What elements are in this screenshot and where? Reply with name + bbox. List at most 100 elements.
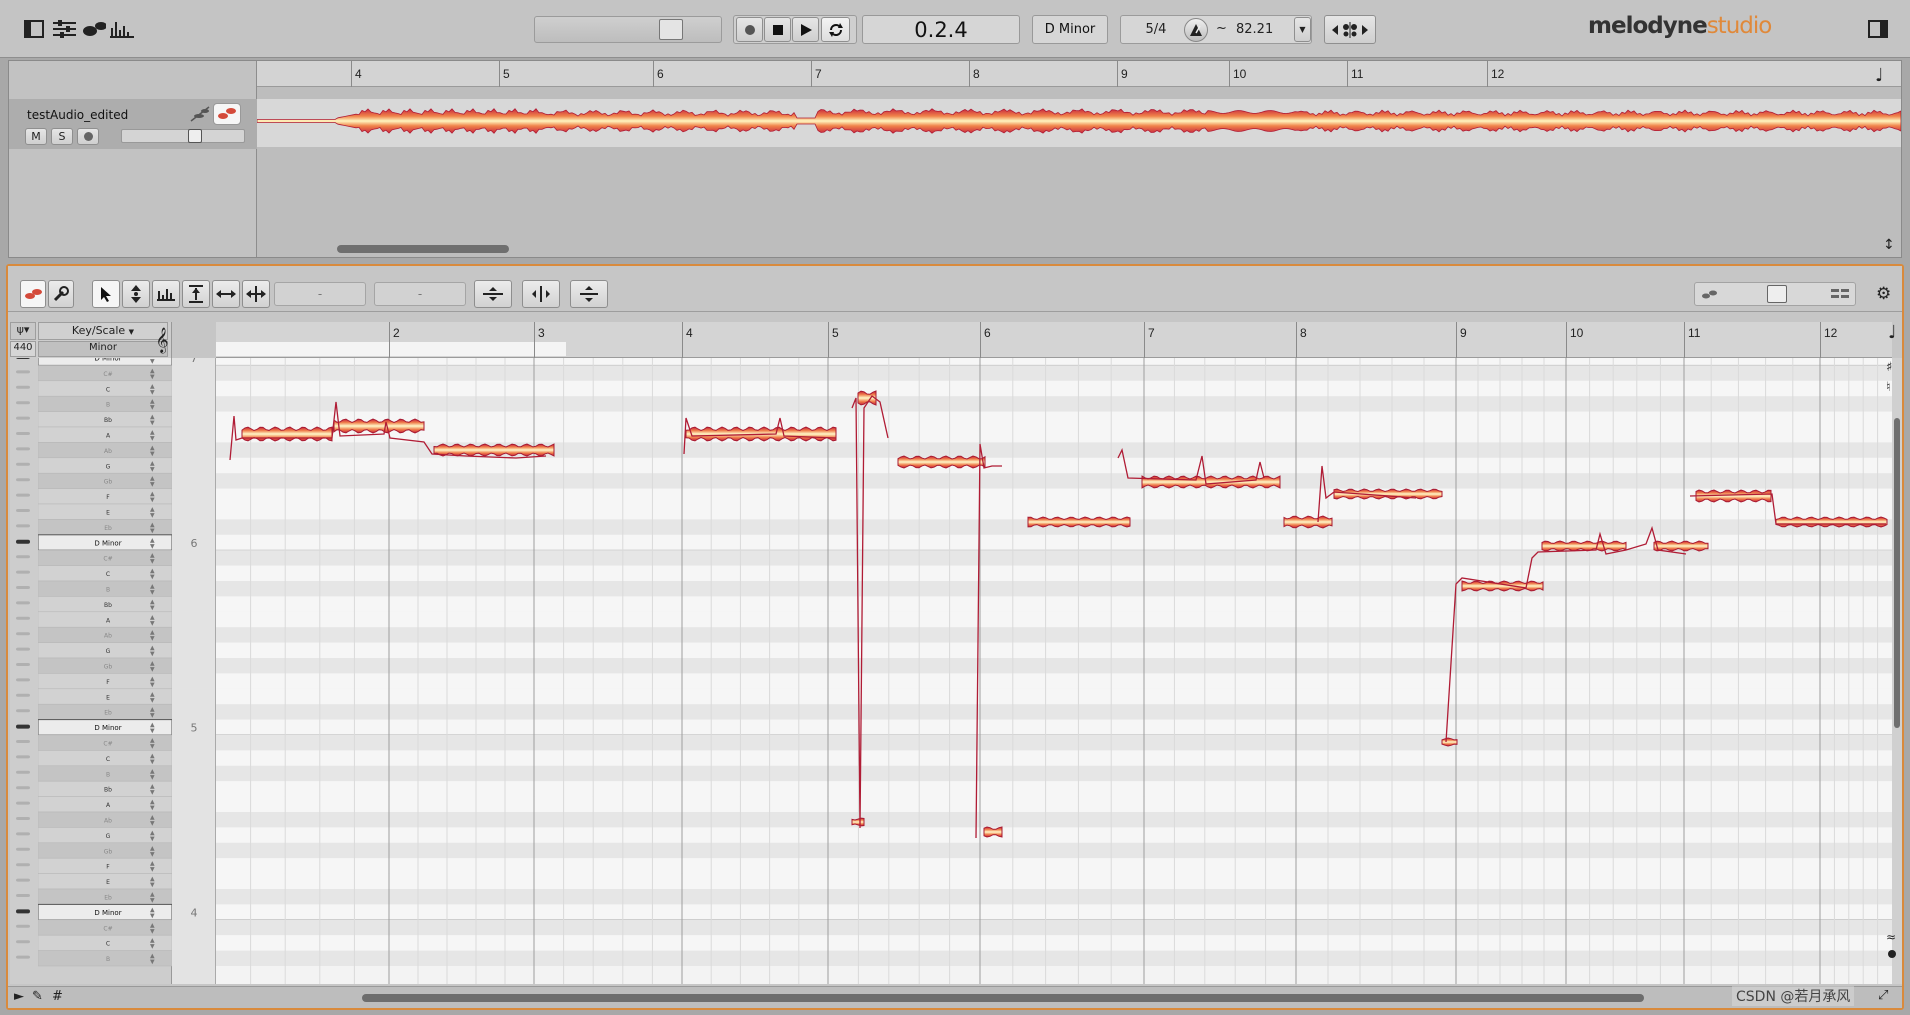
pitch-arrow-down-icon[interactable]: ▼ xyxy=(150,758,155,765)
track-volume-handle[interactable] xyxy=(188,129,202,143)
pitch-key-tab-icon[interactable] xyxy=(16,447,30,451)
loop-region[interactable] xyxy=(216,342,566,356)
pitch-key-tab-icon[interactable] xyxy=(16,955,30,959)
arrange-resize-icon[interactable]: ↕ xyxy=(1883,237,1895,253)
pitch-key-tab-icon[interactable] xyxy=(16,509,30,512)
meter-display[interactable]: 5/4 xyxy=(1130,22,1182,37)
record-arm-button[interactable] xyxy=(77,128,99,145)
pitch-arrow-down-icon[interactable]: ▼ xyxy=(150,789,155,796)
pitch-arrow-down-icon[interactable]: ▼ xyxy=(150,589,155,596)
tempo-dropdown-button[interactable]: ▼ xyxy=(1294,17,1311,42)
note-grid[interactable] xyxy=(216,358,1892,984)
pitch-key-tab-icon[interactable] xyxy=(16,709,30,713)
arrange-note-value-icon[interactable]: ♩ xyxy=(1875,65,1884,86)
track-edit-icon[interactable] xyxy=(189,105,211,126)
pitch-arrow-down-icon[interactable]: ▼ xyxy=(150,358,155,365)
note-value-icon[interactable]: ♩ xyxy=(1888,322,1897,343)
pitch-arrow-down-icon[interactable]: ▼ xyxy=(150,620,155,627)
time-value-field[interactable]: - xyxy=(374,282,466,306)
pitch-arrow-down-icon[interactable]: ▼ xyxy=(150,712,155,719)
grid-snap-icon[interactable]: # xyxy=(52,989,63,1004)
pitch-arrow-down-icon[interactable]: ▼ xyxy=(150,404,155,411)
pitch-key-tab-icon[interactable] xyxy=(16,894,30,897)
pitch-key-tab-icon[interactable] xyxy=(16,817,30,820)
pitch-key-tab-icon[interactable] xyxy=(16,385,30,389)
pitch-arrow-down-icon[interactable]: ▼ xyxy=(150,435,155,442)
pitch-arrow-down-icon[interactable]: ▼ xyxy=(150,820,155,827)
mixer-icon[interactable] xyxy=(52,18,76,40)
pitch-arrow-down-icon[interactable]: ▼ xyxy=(150,912,155,919)
stop-button[interactable] xyxy=(764,17,791,42)
pitch-key-tab-icon[interactable] xyxy=(16,740,30,743)
pitch-arrow-down-icon[interactable]: ▼ xyxy=(150,774,155,781)
vertical-zoom-icon[interactable]: ≈ xyxy=(1886,930,1896,944)
pitch-arrow-down-icon[interactable]: ▼ xyxy=(150,604,155,611)
editor-ruler[interactable]: 2 3 4 5 6 7 8 9 10 11 12 xyxy=(216,322,1892,358)
pitch-key-tab-icon[interactable] xyxy=(16,370,30,374)
note-blob[interactable] xyxy=(851,817,865,827)
pitch-arrow-down-icon[interactable]: ▼ xyxy=(150,681,155,688)
pitch-arrow-down-icon[interactable]: ▼ xyxy=(150,450,155,457)
resize-corner-icon[interactable]: ⤢ xyxy=(1878,988,1888,1003)
tap-tempo-button[interactable] xyxy=(1324,15,1376,44)
tuning-fork-icon[interactable]: ψ▾ xyxy=(10,322,36,340)
editor-blob-view-button[interactable] xyxy=(20,280,46,308)
pitch-arrow-down-icon[interactable]: ▼ xyxy=(150,497,155,504)
pitch-arrow-down-icon[interactable]: ▼ xyxy=(150,728,155,735)
pitch-key-tab-icon[interactable] xyxy=(16,358,30,359)
timing-tool-button[interactable] xyxy=(212,280,240,308)
pitch-key-tab-icon[interactable] xyxy=(16,570,30,574)
metronome-button[interactable] xyxy=(1184,18,1208,42)
pitch-key-tab-icon[interactable] xyxy=(16,678,30,682)
pitch-key-tab-icon[interactable] xyxy=(16,693,30,697)
pitch-arrow-down-icon[interactable]: ▼ xyxy=(150,420,155,427)
pitch-key-tab-icon[interactable] xyxy=(16,663,30,666)
pitch-arrow-down-icon[interactable]: ▼ xyxy=(150,851,155,858)
pitch-arrow-down-icon[interactable]: ▼ xyxy=(150,558,155,565)
pitch-key-tab-icon[interactable] xyxy=(16,786,30,790)
pitch-arrow-down-icon[interactable]: ▼ xyxy=(150,466,155,473)
main-tool-button[interactable] xyxy=(92,280,120,308)
pitch-arrow-down-icon[interactable]: ▼ xyxy=(150,866,155,873)
arrange-ruler[interactable]: 4 5 6 7 8 9 10 11 12 xyxy=(257,61,1901,87)
pitch-arrow-down-icon[interactable]: ▼ xyxy=(150,543,155,550)
pitch-key-tab-icon[interactable] xyxy=(16,616,30,620)
editor-vertical-scroll-thumb[interactable] xyxy=(1894,418,1900,728)
pitch-arrow-down-icon[interactable]: ▼ xyxy=(150,574,155,581)
play-cursor-icon[interactable]: ► xyxy=(14,989,24,1004)
note-blob[interactable] xyxy=(1283,515,1333,529)
pitch-key-tab-icon[interactable] xyxy=(16,924,30,928)
track-waveform[interactable] xyxy=(256,99,1902,147)
pitch-key-tab-icon[interactable] xyxy=(16,462,30,466)
pitch-key-tab-icon[interactable] xyxy=(16,401,30,405)
formant-tool-button[interactable] xyxy=(152,280,180,308)
pitch-key-tab-icon[interactable] xyxy=(16,586,30,589)
pitch-arrow-down-icon[interactable]: ▼ xyxy=(150,805,155,812)
pitch-arrow-down-icon[interactable]: ▼ xyxy=(150,697,155,704)
track-name[interactable]: testAudio_edited xyxy=(27,108,128,122)
pitch-key-tab-icon[interactable] xyxy=(16,801,30,805)
separation-tool-button[interactable] xyxy=(242,280,270,308)
tempo-display[interactable]: 82.21 xyxy=(1236,22,1273,37)
pitch-key-tab-icon[interactable] xyxy=(16,878,30,882)
key-display[interactable]: D Minor xyxy=(1032,15,1108,44)
pitch-key-tab-icon[interactable] xyxy=(16,909,30,914)
mute-button[interactable]: M xyxy=(25,128,47,145)
scrubber-handle[interactable] xyxy=(659,19,683,40)
pitch-arrow-down-icon[interactable]: ▼ xyxy=(150,527,155,534)
pitch-arrow-down-icon[interactable]: ▼ xyxy=(150,651,155,658)
layout-panel-icon[interactable] xyxy=(22,18,46,40)
pitch-arrow-down-icon[interactable]: ▼ xyxy=(150,943,155,950)
play-button[interactable] xyxy=(792,17,819,42)
pitch-key-tab-icon[interactable] xyxy=(16,724,30,729)
quantize-time-button[interactable] xyxy=(522,280,560,308)
pitch-arrow-down-icon[interactable]: ▼ xyxy=(150,835,155,842)
treble-clef-icon[interactable]: 𝄞 xyxy=(152,328,172,356)
pitch-key-tab-icon[interactable] xyxy=(16,478,30,482)
pitch-key-tab-icon[interactable] xyxy=(16,863,30,867)
correct-pitch-button[interactable] xyxy=(474,280,512,308)
pitch-key-tab-icon[interactable] xyxy=(16,601,30,605)
track-active-icon[interactable] xyxy=(213,103,241,125)
editor-macro-tools-button[interactable] xyxy=(48,280,74,308)
pitch-key-tab-icon[interactable] xyxy=(16,770,30,774)
